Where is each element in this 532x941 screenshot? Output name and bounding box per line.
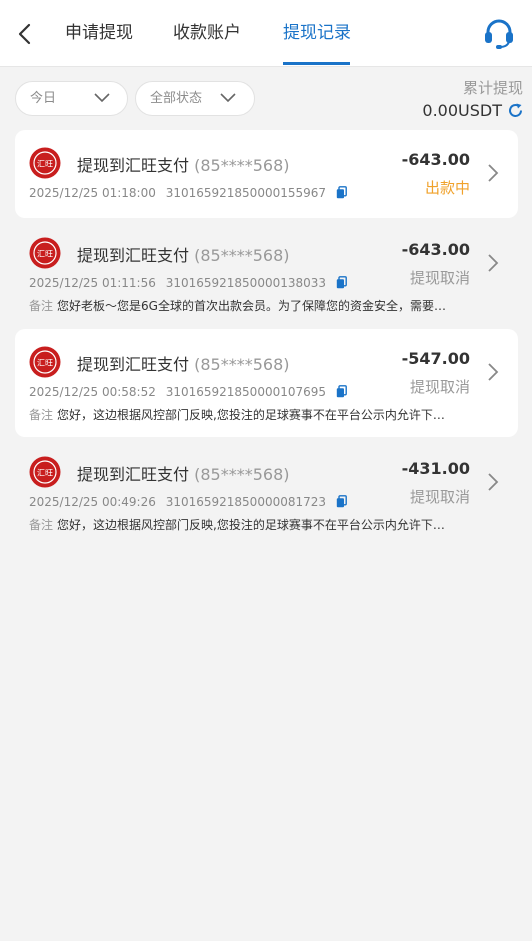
remark-text: 您好，这边根据风控部门反映,您投注的足球赛事不在平台公示内允许下…: [57, 408, 445, 422]
copy-icon[interactable]: [336, 495, 347, 508]
tab-apply-withdrawal[interactable]: 申请提现: [65, 0, 133, 66]
record-account: (85****568): [194, 465, 290, 484]
tab-payee-accounts[interactable]: 收款账户: [173, 0, 241, 66]
date-filter-value: 今日: [30, 91, 57, 106]
record-order-number: 310165921850000107695: [165, 385, 327, 399]
record-meta: 2025/12/25 00:49:26 31016592185000008172…: [29, 495, 347, 509]
total-withdrawn-value: 0.00USDT: [422, 101, 502, 120]
withdrawal-record-card[interactable]: 汇旺 提现到汇旺支付 (85****568) -643.00 提现取消 2025…: [15, 220, 518, 326]
record-title: 提现到汇旺支付 (85****568): [77, 242, 290, 266]
status-filter-value: 全部状态: [150, 91, 203, 106]
record-datetime: 2025/12/25 01:11:56: [29, 276, 156, 290]
chevron-right-icon: [488, 254, 499, 272]
record-meta: 2025/12/25 01:11:56 31016592185000013803…: [29, 276, 347, 290]
record-amount: -643.00: [401, 150, 470, 169]
status-filter-dropdown[interactable]: 全部状态: [135, 81, 255, 116]
record-title: 提现到汇旺支付 (85****568): [77, 152, 290, 176]
remark-label: 备注: [29, 518, 54, 532]
svg-text:汇旺: 汇旺: [37, 160, 53, 169]
record-method: 提现到汇旺支付: [77, 465, 190, 484]
svg-text:汇旺: 汇旺: [37, 359, 53, 368]
record-title: 提现到汇旺支付 (85****568): [77, 461, 290, 485]
record-method: 提现到汇旺支付: [77, 355, 190, 374]
customer-service-headset-icon[interactable]: [483, 17, 515, 49]
withdrawal-record-card[interactable]: 汇旺 提现到汇旺支付 (85****568) -431.00 提现取消 2025…: [15, 439, 518, 545]
top-nav-bar: 申请提现 收款账户 提现记录: [0, 0, 532, 67]
record-datetime: 2025/12/25 00:58:52: [29, 385, 156, 399]
huiwang-pay-logo-icon: 汇旺: [29, 456, 61, 488]
chevron-down-icon: [220, 93, 236, 103]
withdrawal-record-card[interactable]: 汇旺 提现到汇旺支付 (85****568) -547.00 提现取消 2025…: [15, 329, 518, 437]
withdrawal-record-card[interactable]: 汇旺 提现到汇旺支付 (85****568) -643.00 出款中 2025/…: [15, 130, 518, 218]
active-tab-indicator: [283, 62, 350, 65]
record-account: (85****568): [194, 246, 290, 265]
date-filter-dropdown[interactable]: 今日: [15, 81, 128, 116]
record-account: (85****568): [194, 355, 290, 374]
chevron-down-icon: [94, 93, 110, 103]
record-meta: 2025/12/25 01:18:00 31016592185000015596…: [29, 186, 347, 200]
refresh-icon[interactable]: [507, 102, 524, 119]
record-status: 提现取消: [409, 378, 470, 396]
record-amount: -431.00: [401, 459, 470, 478]
huiwang-pay-logo-icon: 汇旺: [29, 147, 61, 179]
svg-text:汇旺: 汇旺: [37, 469, 53, 478]
huiwang-pay-logo-icon: 汇旺: [29, 237, 61, 269]
record-order-number: 310165921850000138033: [165, 276, 327, 290]
record-remark: 备注 您好，这边根据风控部门反映,您投注的足球赛事不在平台公示内允许下…: [29, 516, 479, 533]
record-datetime: 2025/12/25 01:18:00: [29, 186, 156, 200]
chevron-right-icon: [488, 363, 499, 381]
copy-icon[interactable]: [336, 385, 347, 398]
record-account: (85****568): [194, 156, 290, 175]
record-status: 提现取消: [409, 269, 470, 287]
record-meta: 2025/12/25 00:58:52 31016592185000010769…: [29, 385, 347, 399]
remark-label: 备注: [29, 408, 54, 422]
remark-label: 备注: [29, 299, 54, 313]
record-remark: 备注 您好老板～您是6G全球的首次出款会员。为了保障您的资金安全，需要…: [29, 297, 479, 314]
record-remark: 备注 您好，这边根据风控部门反映,您投注的足球赛事不在平台公示内允许下…: [29, 406, 479, 423]
record-method: 提现到汇旺支付: [77, 246, 190, 265]
record-order-number: 310165921850000155967: [165, 186, 327, 200]
record-method: 提现到汇旺支付: [77, 156, 190, 175]
record-datetime: 2025/12/25 00:49:26: [29, 495, 156, 509]
tab-withdrawal-records[interactable]: 提现记录: [283, 0, 351, 66]
record-title: 提现到汇旺支付 (85****568): [77, 351, 290, 375]
record-order-number: 310165921850000081723: [165, 495, 327, 509]
total-withdrawn-label: 累计提现: [462, 79, 523, 97]
copy-icon[interactable]: [336, 186, 347, 199]
huiwang-pay-logo-icon: 汇旺: [29, 346, 61, 378]
back-arrow-icon[interactable]: [14, 22, 36, 46]
svg-text:汇旺: 汇旺: [37, 250, 53, 259]
record-status: 出款中: [424, 179, 470, 197]
record-amount: -547.00: [401, 349, 470, 368]
copy-icon[interactable]: [336, 276, 347, 289]
chevron-right-icon: [488, 473, 499, 491]
record-status: 提现取消: [409, 488, 470, 506]
remark-text: 您好，这边根据风控部门反映,您投注的足球赛事不在平台公示内允许下…: [57, 518, 445, 532]
remark-text: 您好老板～您是6G全球的首次出款会员。为了保障您的资金安全，需要…: [57, 299, 446, 313]
chevron-right-icon: [488, 164, 499, 182]
record-amount: -643.00: [401, 240, 470, 259]
